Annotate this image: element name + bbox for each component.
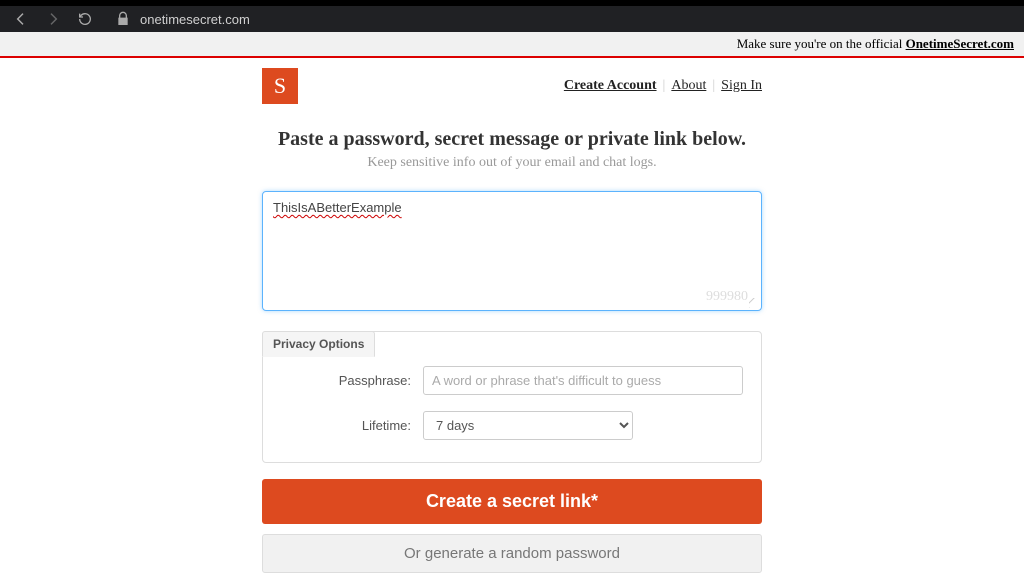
lifetime-row: Lifetime: 7 days — [281, 411, 743, 440]
official-banner: Make sure you're on the official Onetime… — [0, 32, 1024, 58]
lifetime-select[interactable]: 7 days — [423, 411, 633, 440]
lifetime-label: Lifetime: — [281, 418, 411, 433]
create-secret-button[interactable]: Create a secret link* — [262, 479, 762, 524]
secret-input-wrap: ThisIsABetterExample 999980 — [262, 191, 762, 311]
privacy-options-panel: Privacy Options Passphrase: Lifetime: 7 … — [262, 331, 762, 463]
forward-icon[interactable] — [44, 10, 62, 28]
logo[interactable]: S — [262, 68, 298, 104]
banner-text: Make sure you're on the official — [737, 36, 906, 51]
lock-icon — [114, 10, 132, 28]
address-bar[interactable]: onetimesecret.com — [114, 10, 250, 28]
passphrase-label: Passphrase: — [281, 373, 411, 388]
logo-letter: S — [274, 73, 286, 99]
nav-separator: | — [712, 78, 715, 94]
url-text: onetimesecret.com — [140, 12, 250, 27]
banner-link[interactable]: OnetimeSecret.com — [906, 36, 1014, 51]
secret-value: ThisIsABetterExample — [273, 200, 402, 215]
privacy-options-tab: Privacy Options — [262, 331, 375, 357]
main-content: S Create Account | About | Sign In Paste… — [262, 68, 762, 573]
nav-separator: | — [663, 78, 666, 94]
header-row: S Create Account | About | Sign In — [262, 68, 762, 104]
nav-links: Create Account | About | Sign In — [564, 78, 762, 94]
sign-in-link[interactable]: Sign In — [721, 78, 762, 94]
reload-icon[interactable] — [76, 10, 94, 28]
page-heading: Paste a password, secret message or priv… — [262, 128, 762, 151]
generate-password-button[interactable]: Or generate a random password — [262, 534, 762, 573]
secret-textarea[interactable]: ThisIsABetterExample — [262, 191, 762, 311]
back-icon[interactable] — [12, 10, 30, 28]
create-account-link[interactable]: Create Account — [564, 78, 657, 94]
passphrase-row: Passphrase: — [281, 366, 743, 395]
about-link[interactable]: About — [671, 78, 706, 94]
page-subheading: Keep sensitive info out of your email an… — [262, 155, 762, 171]
char-count: 999980 — [706, 289, 748, 305]
browser-toolbar: onetimesecret.com — [0, 0, 1024, 32]
passphrase-input[interactable] — [423, 366, 743, 395]
